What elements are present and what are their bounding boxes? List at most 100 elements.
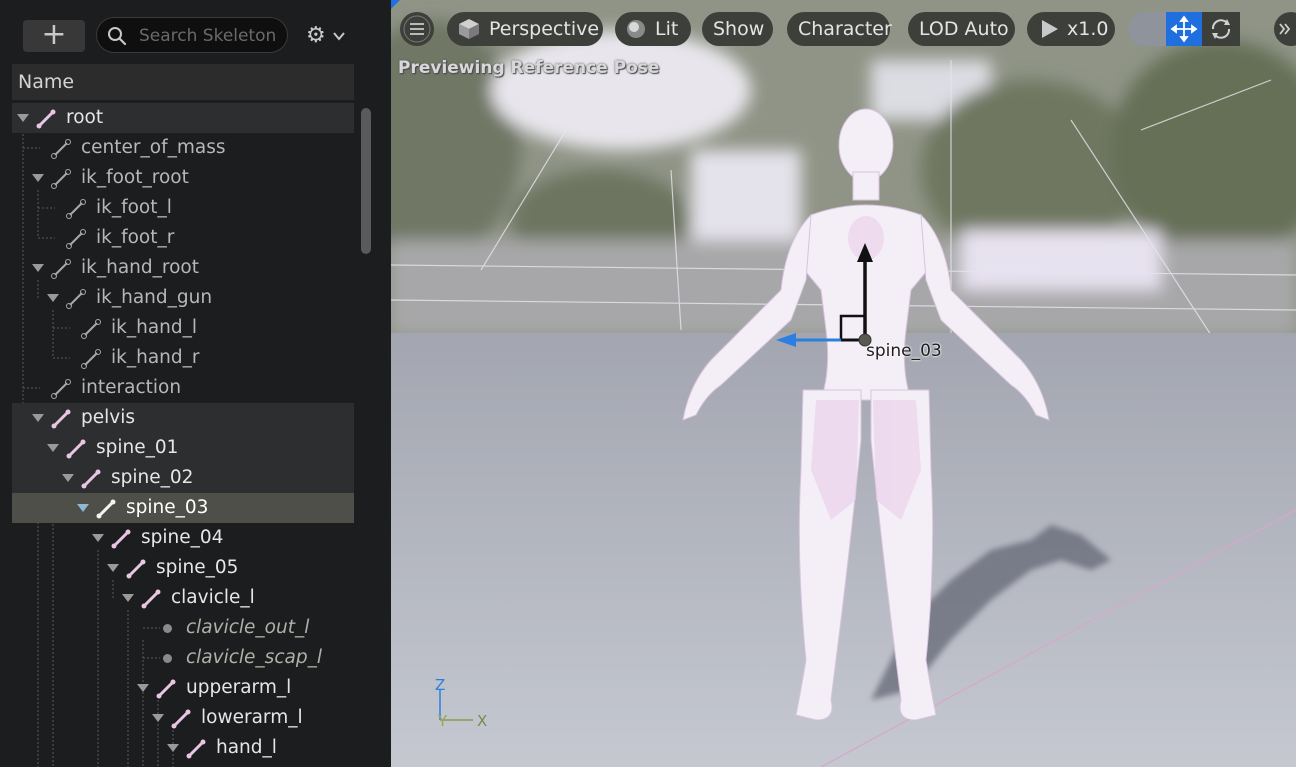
collapse-arrow-icon[interactable] <box>137 684 149 692</box>
tree-row-ik_hand_l[interactable]: ik_hand_l <box>12 313 354 343</box>
tree-row-center_of_mass[interactable]: center_of_mass <box>12 133 354 163</box>
tree-row-ik_hand_root[interactable]: ik_hand_root <box>12 253 354 283</box>
settings-button[interactable]: ⚙ <box>306 22 356 50</box>
tree-row-spine_05[interactable]: spine_05 <box>12 553 354 583</box>
tree-row-label: ik_foot_r <box>96 227 175 248</box>
viewport-scene <box>391 0 1296 767</box>
tree-row-label: upperarm_l <box>186 677 292 698</box>
tree-row-label: hand_l <box>216 737 277 758</box>
tree-row-lowerarm_l[interactable]: lowerarm_l <box>12 703 354 733</box>
collapse-arrow-icon[interactable] <box>167 744 179 752</box>
bone-icon <box>156 679 176 699</box>
move-arrows-icon <box>1170 15 1198 43</box>
tree-row-clavicle_out_l[interactable]: clavicle_out_l <box>12 613 354 643</box>
collapse-arrow-icon[interactable] <box>32 174 44 182</box>
tree-row-ik_foot_r[interactable]: ik_foot_r <box>12 223 354 253</box>
search-icon <box>108 27 127 46</box>
tree-row-upperarm_l[interactable]: upperarm_l <box>12 673 354 703</box>
collapse-arrow-icon[interactable] <box>32 264 44 272</box>
bone-icon <box>66 289 86 309</box>
lod-label: LOD Auto <box>919 18 1009 40</box>
bone-icon <box>186 739 206 759</box>
collapse-arrow-icon[interactable] <box>92 534 104 542</box>
rotate-icon <box>1211 19 1231 39</box>
tree-row-hand_l[interactable]: hand_l <box>12 733 354 763</box>
tree-row-label: pelvis <box>81 407 135 428</box>
tree-row-label: ik_hand_root <box>81 257 199 278</box>
skeleton-tree-panel: + ⚙ Name <box>0 0 391 767</box>
gear-icon: ⚙ <box>306 23 326 48</box>
bone-icon <box>81 469 101 489</box>
tree-row-spine_01[interactable]: spine_01 <box>12 433 354 463</box>
tree-row-label: ik_hand_r <box>111 347 200 368</box>
lod-button[interactable]: LOD Auto <box>908 12 1015 46</box>
viewport[interactable]: Perspective Lit Show Character LOD Auto … <box>391 0 1296 767</box>
tree-row-label: clavicle_out_l <box>186 617 310 638</box>
tree-row-spine_04[interactable]: spine_04 <box>12 523 354 553</box>
bone-icon <box>96 499 116 519</box>
tree-row-ik_foot_l[interactable]: ik_foot_l <box>12 193 354 223</box>
search-input[interactable] <box>137 23 287 49</box>
bone-icon <box>66 199 86 219</box>
hamburger-icon <box>403 15 431 43</box>
add-button[interactable]: + <box>23 16 85 52</box>
tree-row-ik_hand_gun[interactable]: ik_hand_gun <box>12 283 354 313</box>
tree-row-ik_foot_root[interactable]: ik_foot_root <box>12 163 354 193</box>
tree-row-label: ik_hand_gun <box>96 287 213 308</box>
bone-icon <box>126 559 146 579</box>
tree-row-root[interactable]: root <box>12 103 354 133</box>
cube-icon <box>459 19 479 39</box>
collapse-arrow-icon[interactable] <box>32 414 44 422</box>
viewport-menu-button[interactable] <box>400 12 434 46</box>
column-header-name[interactable]: Name <box>12 64 354 100</box>
collapse-arrow-icon[interactable] <box>77 504 89 512</box>
tree-row-clavicle_scap_l[interactable]: clavicle_scap_l <box>12 643 354 673</box>
plus-icon: + <box>41 16 67 52</box>
collapse-arrow-icon[interactable] <box>107 564 119 572</box>
select-mode-button[interactable] <box>1128 12 1168 46</box>
axis-x-label: X <box>477 712 488 730</box>
search-box[interactable] <box>96 17 288 53</box>
lit-button[interactable]: Lit <box>615 12 691 46</box>
tree-row-clavicle_l[interactable]: clavicle_l <box>12 583 354 613</box>
perspective-button[interactable]: Perspective <box>447 12 603 46</box>
tree-row-label: lowerarm_l <box>201 707 303 728</box>
collapse-arrow-icon[interactable] <box>47 294 59 302</box>
double-chevron-right-icon <box>1279 23 1291 35</box>
character-button[interactable]: Character <box>787 12 892 46</box>
bone-icon <box>66 439 86 459</box>
translate-mode-button[interactable] <box>1166 12 1202 46</box>
bone-icon <box>171 709 191 729</box>
show-button[interactable]: Show <box>702 12 773 46</box>
more-options-button[interactable] <box>1274 12 1296 46</box>
tree-row-label: spine_04 <box>141 527 224 548</box>
socket-icon <box>163 624 172 633</box>
bone-icon <box>51 169 71 189</box>
collapse-arrow-icon[interactable] <box>62 474 74 482</box>
preview-status-text: Previewing Reference Pose <box>398 58 660 78</box>
tree-row-pelvis[interactable]: pelvis <box>12 403 354 433</box>
tree-row-label: spine_05 <box>156 557 239 578</box>
tree-row-interaction[interactable]: interaction <box>12 373 354 403</box>
bone-icon <box>51 379 71 399</box>
skeleton-tree-toolbar: + ⚙ <box>0 0 391 62</box>
play-speed-label: x1.0 <box>1067 18 1109 40</box>
rotate-mode-button[interactable] <box>1202 12 1240 46</box>
tree-row-spine_03[interactable]: spine_03 <box>12 493 354 523</box>
collapse-arrow-icon[interactable] <box>47 444 59 452</box>
bone-icon <box>51 409 71 429</box>
collapse-arrow-icon[interactable] <box>17 114 29 122</box>
bone-icon <box>111 529 131 549</box>
tree-row-label: spine_01 <box>96 437 179 458</box>
selected-bone-label: spine_03 <box>866 341 942 361</box>
play-speed-button[interactable]: x1.0 <box>1027 12 1115 46</box>
bone-icon <box>51 259 71 279</box>
collapse-arrow-icon[interactable] <box>152 714 164 722</box>
tree-row-label: ik_foot_l <box>96 197 172 218</box>
tree-row-spine_02[interactable]: spine_02 <box>12 463 354 493</box>
collapse-arrow-icon[interactable] <box>122 594 134 602</box>
chevron-down-icon <box>332 32 345 41</box>
tree-row-ik_hand_r[interactable]: ik_hand_r <box>12 343 354 373</box>
character-label: Character <box>798 18 892 40</box>
tree-scrollbar[interactable] <box>361 108 371 254</box>
